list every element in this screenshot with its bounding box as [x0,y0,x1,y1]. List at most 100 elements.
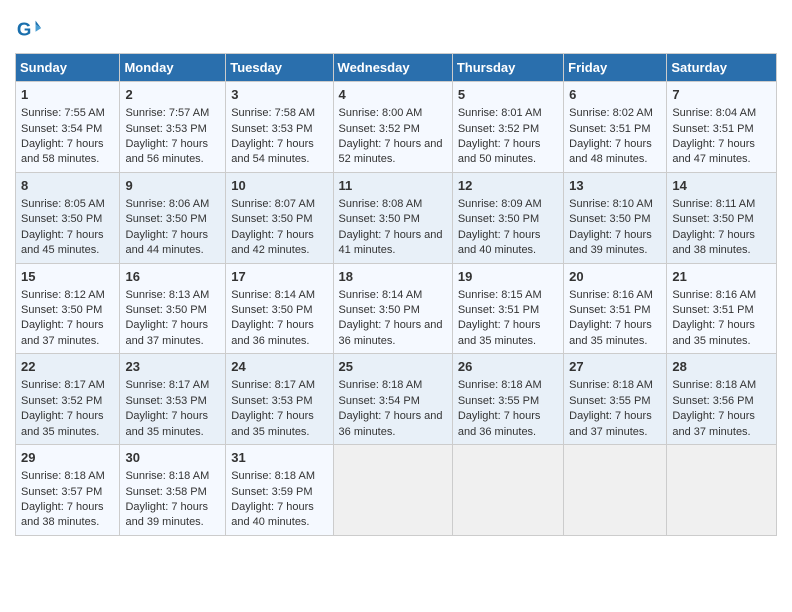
calendar-cell: 5Sunrise: 8:01 AMSunset: 3:52 PMDaylight… [452,82,563,173]
calendar-week-3: 15 Sunrise: 8:12 AM Sunset: 3:50 PM Dayligh… [16,263,777,354]
header-thursday: Thursday [452,54,563,82]
calendar-cell: 21Sunrise: 8:16 AMSunset: 3:51 PMDayligh… [667,263,777,354]
day-number: 24 [231,358,327,376]
sunset-text: Sunset: 3:51 PM [569,123,650,135]
calendar-week-1: 1 Sunrise: 7:55 AM Sunset: 3:54 PM Daylight… [16,82,777,173]
sunrise-text: Sunrise: 7:58 AM [231,107,315,119]
sunset-text: Sunset: 3:52 PM [21,395,102,407]
day-number: 9 [125,177,220,195]
daylight-text: Daylight: 7 hours and 36 minutes. [339,319,443,346]
daylight-text: Daylight: 7 hours and 39 minutes. [569,229,652,256]
sunrise-text: Sunrise: 8:18 AM [672,379,756,391]
daylight-text: Daylight: 7 hours and 58 minutes. [21,138,104,165]
sunset-text: Sunset: 3:50 PM [21,304,102,316]
calendar-cell: 16Sunrise: 8:13 AMSunset: 3:50 PMDayligh… [120,263,226,354]
sunset-text: Sunset: 3:58 PM [125,486,206,498]
day-number: 19 [458,268,558,286]
day-number: 17 [231,268,327,286]
sunrise-text: Sunrise: 8:08 AM [339,198,423,210]
sunset-text: Sunset: 3:50 PM [231,304,312,316]
daylight-text: Daylight: 7 hours and 35 minutes. [125,410,208,437]
calendar-cell: 15Sunrise: 8:12 AMSunset: 3:50 PMDayligh… [16,263,120,354]
calendar-cell [667,445,777,536]
day-number: 15 [21,268,114,286]
sunrise-text: Sunrise: 8:10 AM [569,198,653,210]
sunset-text: Sunset: 3:56 PM [672,395,753,407]
day-number: 3 [231,86,327,104]
header-wednesday: Wednesday [333,54,452,82]
sunset-text: Sunset: 3:55 PM [569,395,650,407]
calendar-cell: 7Sunrise: 8:04 AMSunset: 3:51 PMDaylight… [667,82,777,173]
sunset-text: Sunset: 3:54 PM [339,395,420,407]
sunset-text: Sunset: 3:50 PM [125,213,206,225]
calendar-cell: 29Sunrise: 8:18 AMSunset: 3:57 PMDayligh… [16,445,120,536]
sunset-text: Sunset: 3:50 PM [569,213,650,225]
calendar-week-5: 29Sunrise: 8:18 AMSunset: 3:57 PMDayligh… [16,445,777,536]
daylight-text: Daylight: 7 hours and 37 minutes. [569,410,652,437]
sunrise-text: Sunrise: 8:04 AM [672,107,756,119]
sunset-text: Sunset: 3:51 PM [458,304,539,316]
day-number: 23 [125,358,220,376]
header-tuesday: Tuesday [226,54,333,82]
calendar-cell: 1 Sunrise: 7:55 AM Sunset: 3:54 PM Daylight… [16,82,120,173]
sunrise-text: Sunrise: 8:14 AM [339,289,423,301]
daylight-text: Daylight: 7 hours and 54 minutes. [231,138,314,165]
calendar-cell: 12Sunrise: 8:09 AMSunset: 3:50 PMDayligh… [452,172,563,263]
sunrise-text: Sunrise: 8:17 AM [125,379,209,391]
daylight-text: Daylight: 7 hours and 40 minutes. [231,501,314,528]
day-number: 10 [231,177,327,195]
calendar-cell: 10Sunrise: 8:07 AMSunset: 3:50 PMDayligh… [226,172,333,263]
day-number: 8 [21,177,114,195]
day-number: 13 [569,177,661,195]
calendar-week-2: 8Sunrise: 8:05 AMSunset: 3:50 PMDaylight… [16,172,777,263]
sunrise-text: Sunrise: 8:07 AM [231,198,315,210]
sunrise-text: Sunrise: 7:55 AM [21,107,105,119]
day-number: 31 [231,449,327,467]
calendar-cell: 17Sunrise: 8:14 AMSunset: 3:50 PMDayligh… [226,263,333,354]
sunset-text: Sunset: 3:57 PM [21,486,102,498]
calendar-cell: 14Sunrise: 8:11 AMSunset: 3:50 PMDayligh… [667,172,777,263]
calendar-cell: 22Sunrise: 8:17 AMSunset: 3:52 PMDayligh… [16,354,120,445]
sunset-text: Sunset: 3:50 PM [125,304,206,316]
day-number: 4 [339,86,447,104]
calendar-table: SundayMondayTuesdayWednesdayThursdayFrid… [15,53,777,536]
day-number: 1 [21,86,114,104]
daylight-text: Daylight: 7 hours and 48 minutes. [569,138,652,165]
sunrise-text: Sunrise: 8:12 AM [21,289,105,301]
daylight-text: Daylight: 7 hours and 56 minutes. [125,138,208,165]
sunset-text: Sunset: 3:53 PM [125,395,206,407]
day-number: 16 [125,268,220,286]
sunrise-text: Sunrise: 8:16 AM [672,289,756,301]
calendar-cell: 4Sunrise: 8:00 AMSunset: 3:52 PMDaylight… [333,82,452,173]
daylight-text: Daylight: 7 hours and 37 minutes. [672,410,755,437]
calendar-cell: 13 Sunrise: 8:10 AM Sunset: 3:50 PM Dayligh… [564,172,667,263]
daylight-text: Daylight: 7 hours and 44 minutes. [125,229,208,256]
sunset-text: Sunset: 3:53 PM [125,123,206,135]
calendar-cell [333,445,452,536]
logo: G [15,15,47,43]
daylight-text: Daylight: 7 hours and 36 minutes. [458,410,541,437]
sunset-text: Sunset: 3:51 PM [672,304,753,316]
daylight-text: Daylight: 7 hours and 41 minutes. [339,229,443,256]
daylight-text: Daylight: 7 hours and 35 minutes. [569,319,652,346]
sunset-text: Sunset: 3:52 PM [458,123,539,135]
calendar-cell: 24Sunrise: 8:17 AMSunset: 3:53 PMDayligh… [226,354,333,445]
header-saturday: Saturday [667,54,777,82]
day-number: 5 [458,86,558,104]
sunset-text: Sunset: 3:53 PM [231,123,312,135]
day-number: 14 [672,177,771,195]
sunset-text: Sunset: 3:50 PM [672,213,753,225]
sunrise-text: Sunrise: 8:15 AM [458,289,542,301]
daylight-text: Daylight: 7 hours and 37 minutes. [125,319,208,346]
sunset-text: Sunset: 3:51 PM [672,123,753,135]
day-number: 29 [21,449,114,467]
calendar-cell: 31Sunrise: 8:18 AMSunset: 3:59 PMDayligh… [226,445,333,536]
calendar-cell: 9Sunrise: 8:06 AMSunset: 3:50 PMDaylight… [120,172,226,263]
calendar-cell: 19Sunrise: 8:15 AMSunset: 3:51 PMDayligh… [452,263,563,354]
sunset-text: Sunset: 3:54 PM [21,123,102,135]
sunset-text: Sunset: 3:50 PM [458,213,539,225]
sunrise-text: Sunrise: 8:18 AM [569,379,653,391]
sunrise-text: Sunrise: 8:02 AM [569,107,653,119]
sunrise-text: Sunrise: 8:14 AM [231,289,315,301]
calendar-cell: 18Sunrise: 8:14 AMSunset: 3:50 PMDayligh… [333,263,452,354]
